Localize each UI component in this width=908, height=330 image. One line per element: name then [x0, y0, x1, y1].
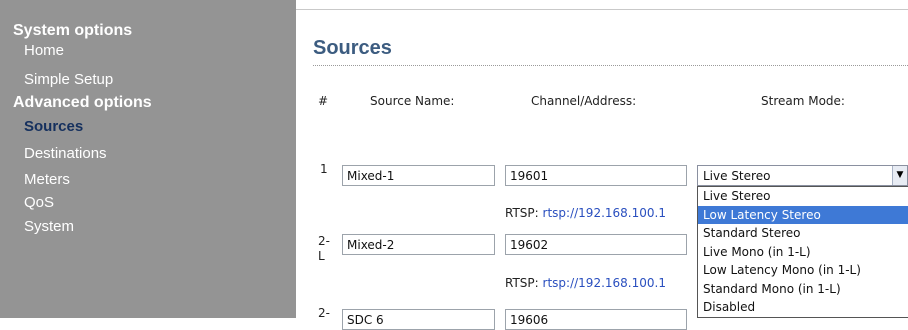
sidebar-item-qos[interactable]: QoS: [24, 194, 54, 211]
source-name-input[interactable]: Mixed-2: [342, 234, 495, 255]
sidebar-heading-system-options: System options: [13, 22, 133, 39]
column-header-channel: Channel/Address:: [531, 94, 637, 108]
channel-input[interactable]: 19602: [505, 234, 687, 255]
sidebar-item-meters[interactable]: Meters: [24, 171, 70, 188]
sidebar-heading-advanced-options: Advanced options: [13, 94, 152, 111]
channel-input[interactable]: 19601: [505, 165, 687, 186]
source-name-input[interactable]: SDC 6: [342, 309, 495, 330]
stream-mode-dropdown[interactable]: Live Stereo Low Latency Stereo Standard …: [697, 186, 908, 318]
rtsp-link[interactable]: rtsp://192.168.100.1: [543, 276, 666, 290]
rtsp-line: RTSP: rtsp://192.168.100.1: [505, 206, 697, 220]
sidebar-item-home[interactable]: Home: [24, 42, 64, 59]
channel-input[interactable]: 19606: [505, 309, 687, 330]
sidebar-item-simple-setup[interactable]: Simple Setup: [24, 71, 113, 88]
rtsp-label: RTSP:: [505, 206, 539, 220]
stream-mode-select[interactable]: Live Stereo ▼: [697, 165, 908, 186]
column-header-stream-mode: Stream Mode:: [761, 94, 845, 108]
dropdown-option[interactable]: Disabled: [698, 298, 908, 317]
sidebar: System options Home Simple Setup Advance…: [0, 0, 296, 318]
page-title: Sources: [313, 37, 392, 59]
stream-mode-value: Live Stereo: [703, 169, 771, 183]
dropdown-option[interactable]: Live Mono (in 1-L): [698, 243, 908, 262]
sidebar-item-system[interactable]: System: [24, 218, 74, 235]
dropdown-option[interactable]: Low Latency Mono (in 1-L): [698, 261, 908, 280]
dropdown-option[interactable]: Standard Stereo: [698, 224, 908, 243]
column-header-source-name: Source Name:: [370, 94, 455, 108]
dropdown-option[interactable]: Live Stereo: [698, 187, 908, 206]
rtsp-label: RTSP:: [505, 276, 539, 290]
chevron-down-icon[interactable]: ▼: [892, 166, 907, 185]
top-divider: [296, 9, 908, 10]
rtsp-line: RTSP: rtsp://192.168.100.1: [505, 276, 697, 290]
row-number: 2- L: [318, 234, 330, 263]
source-name-input[interactable]: Mixed-1: [342, 165, 495, 186]
column-header-number: #: [318, 94, 329, 108]
row-number: 1: [320, 162, 328, 176]
title-divider: [313, 65, 908, 66]
dropdown-option-highlighted[interactable]: Low Latency Stereo: [698, 205, 908, 224]
sidebar-item-sources[interactable]: Sources: [24, 118, 83, 135]
row-number: 2-: [318, 306, 330, 320]
sidebar-item-destinations[interactable]: Destinations: [24, 145, 107, 162]
rtsp-link[interactable]: rtsp://192.168.100.1: [543, 206, 666, 220]
dropdown-option[interactable]: Standard Mono (in 1-L): [698, 280, 908, 299]
